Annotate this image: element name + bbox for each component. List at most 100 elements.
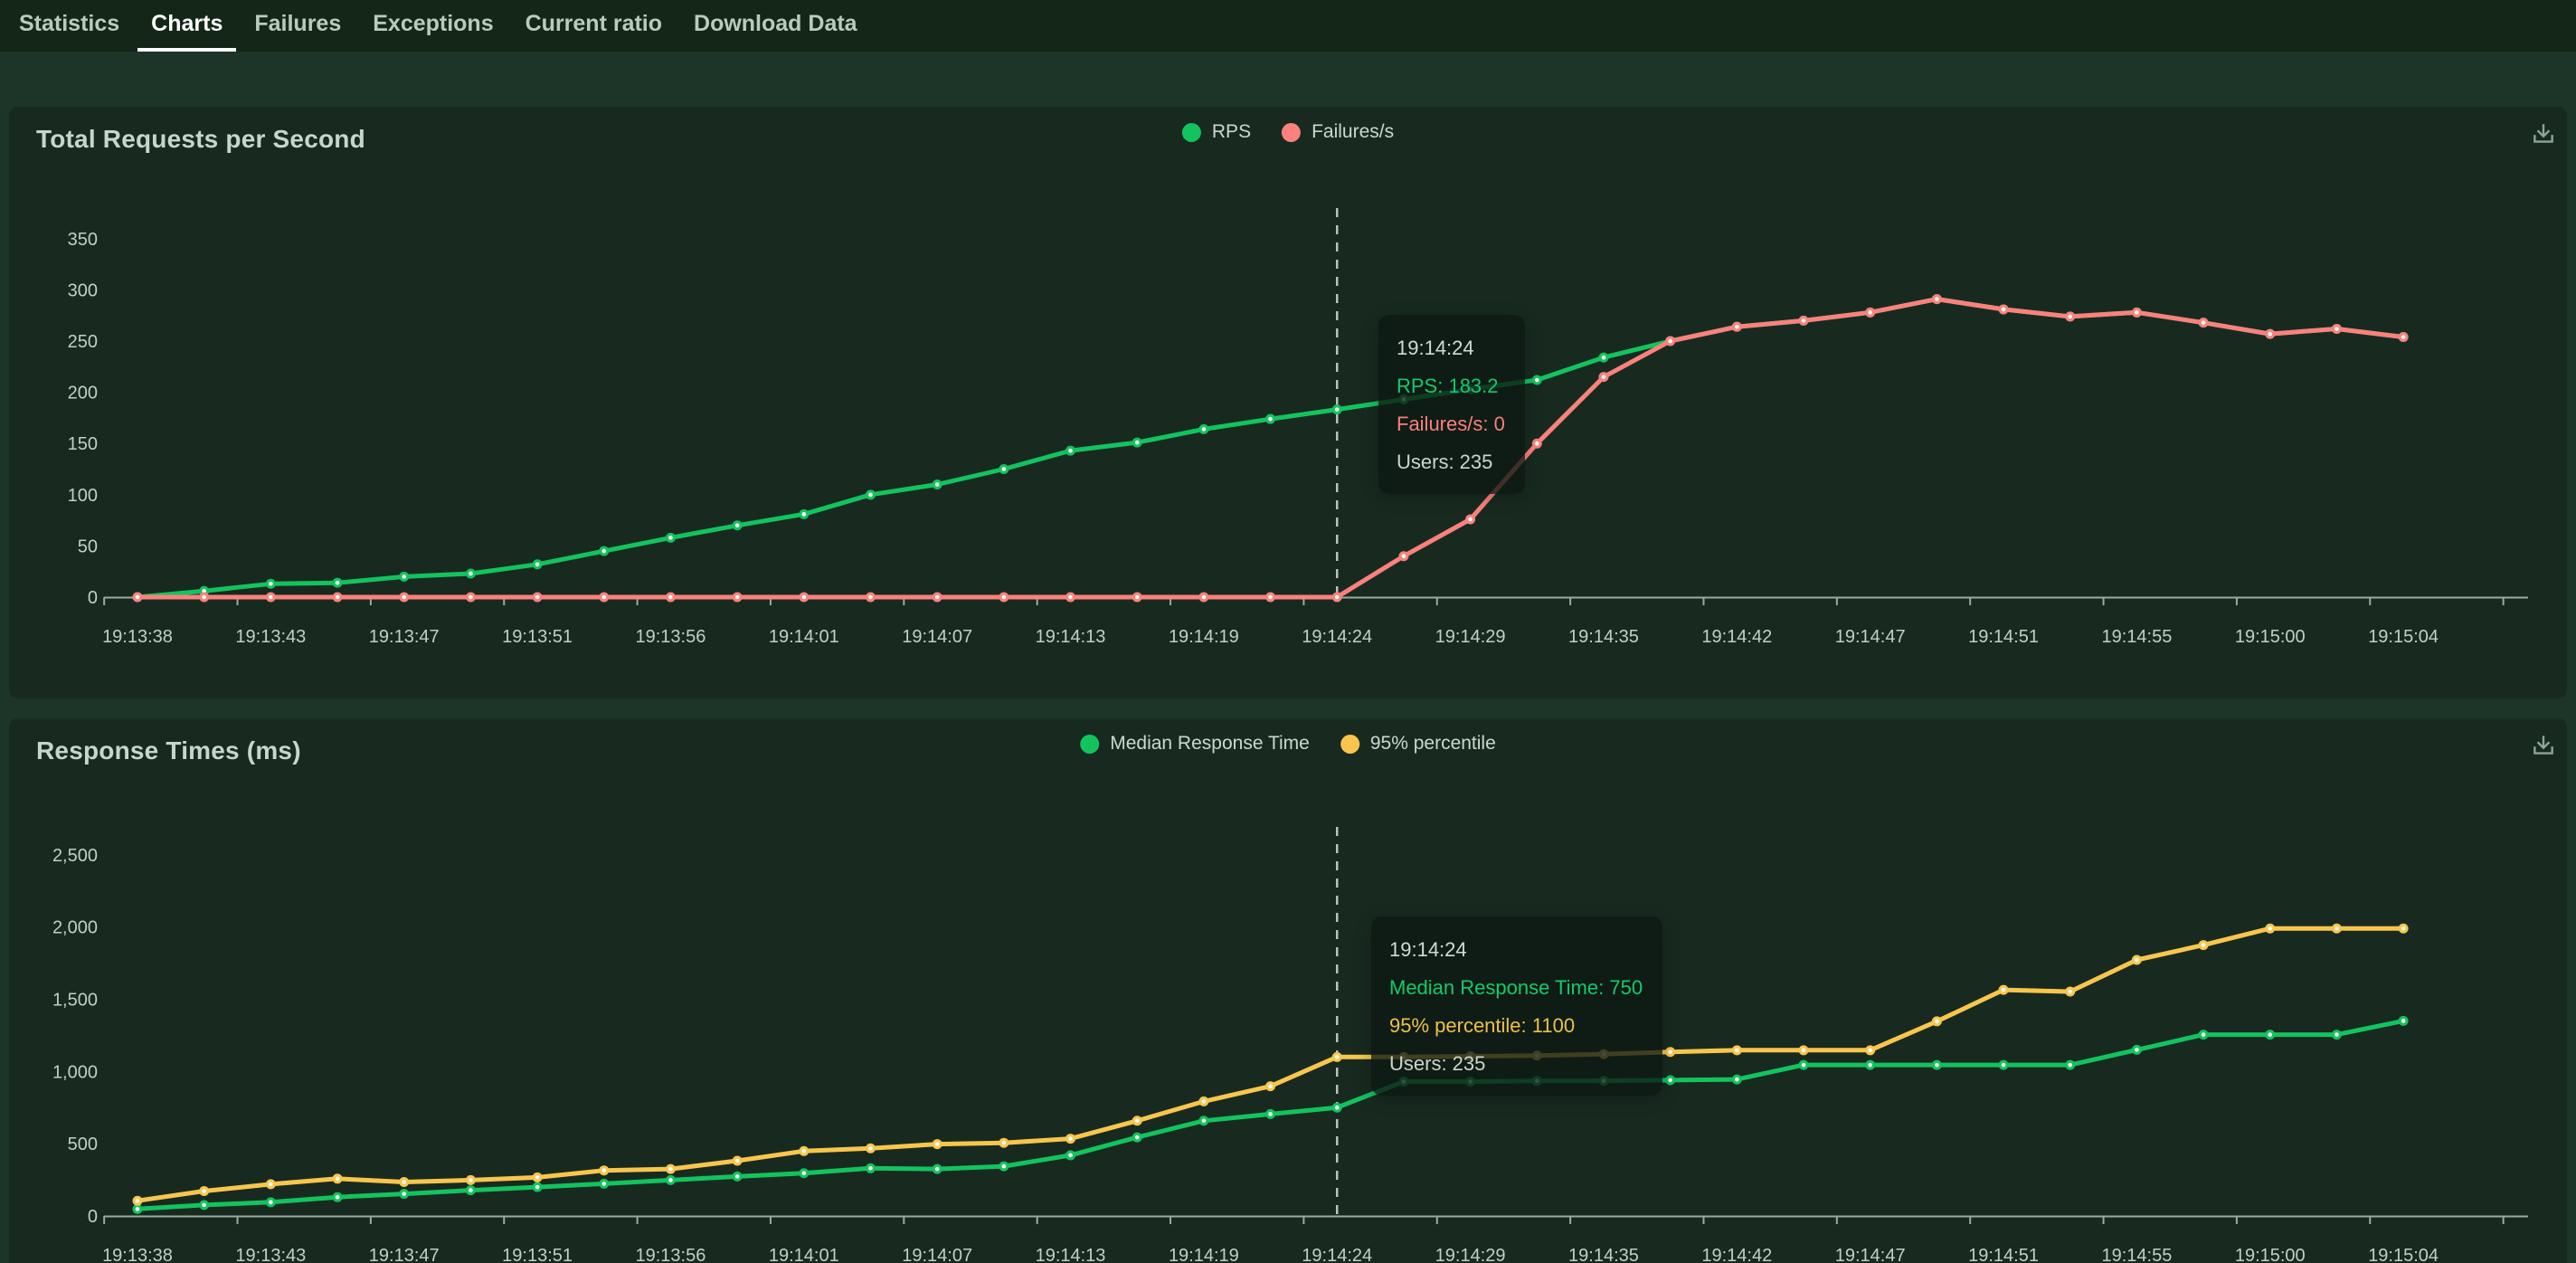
- data-point-center: [1135, 595, 1140, 600]
- data-point-center: [1068, 1136, 1073, 1141]
- tooltip-value-row: 95% percentile: 1100: [1389, 1007, 1643, 1045]
- data-point-center: [1602, 375, 1606, 379]
- data-point-center: [868, 1166, 873, 1171]
- y-axis-label: 250: [68, 332, 98, 352]
- data-point-center: [269, 1201, 273, 1205]
- x-axis-label: 19:14:51: [1968, 627, 2039, 647]
- x-axis-label: 19:14:07: [902, 627, 972, 647]
- data-point-center: [336, 581, 340, 585]
- x-axis-label: 19:14:01: [769, 1246, 839, 1263]
- data-point-center: [868, 595, 873, 600]
- data-point-center: [469, 1188, 473, 1192]
- data-point-center: [535, 595, 540, 600]
- x-axis-label: 19:14:29: [1435, 1246, 1506, 1263]
- chart-tooltip-response-times: 19:14:24Median Response Time: 75095% per…: [1371, 916, 1662, 1096]
- tooltip-value-row: Users: 235: [1389, 1045, 1643, 1083]
- rps-chart-plot[interactable]: 19:13:3819:13:4319:13:4719:13:5119:13:56…: [9, 107, 2567, 698]
- data-point-center: [1268, 417, 1273, 422]
- nav-item-current-ratio[interactable]: Current ratio: [512, 0, 676, 52]
- data-point-center: [202, 1203, 206, 1208]
- data-point-center: [1668, 1078, 1672, 1083]
- data-point-center: [469, 1178, 473, 1182]
- nav-item-download-data[interactable]: Download Data: [680, 0, 871, 52]
- data-point-center: [868, 1146, 873, 1151]
- x-axis-label: 19:13:56: [636, 1246, 706, 1263]
- x-axis-label: 19:14:13: [1036, 627, 1106, 647]
- x-axis-label: 19:13:51: [502, 627, 573, 647]
- series-line-rps: [137, 299, 2403, 597]
- data-point-center: [2334, 1032, 2339, 1037]
- x-axis-label: 19:14:24: [1302, 627, 1372, 647]
- data-point-center: [269, 595, 273, 600]
- x-axis-label: 19:13:43: [235, 627, 306, 647]
- nav-item-charts[interactable]: Charts: [137, 0, 236, 52]
- series-line-failures-s: [137, 299, 2403, 597]
- data-point-center: [802, 1171, 807, 1175]
- x-axis-label: 19:15:04: [2368, 1246, 2439, 1263]
- data-point-center: [1868, 1049, 1872, 1053]
- y-axis-label: 500: [68, 1135, 98, 1154]
- data-point-center: [2334, 327, 2339, 331]
- x-axis-label: 19:14:35: [1568, 627, 1639, 647]
- data-point-center: [1802, 318, 1806, 323]
- tooltip-value-row: Users: 235: [1397, 443, 1505, 481]
- data-point-center: [1268, 595, 1273, 600]
- data-point-center: [469, 572, 473, 576]
- data-point-center: [336, 1177, 340, 1182]
- nav-item-exceptions[interactable]: Exceptions: [359, 0, 507, 52]
- x-axis-label: 19:14:29: [1435, 627, 1506, 647]
- data-point-center: [2135, 958, 2139, 963]
- data-point-center: [601, 1182, 606, 1186]
- top-navbar: StatisticsChartsFailuresExceptionsCurren…: [0, 0, 2576, 52]
- data-point-center: [535, 562, 540, 566]
- data-point-center: [1535, 378, 1539, 383]
- nav-item-failures[interactable]: Failures: [241, 0, 355, 52]
- x-axis-label: 19:14:55: [2101, 627, 2172, 647]
- x-axis-label: 19:15:00: [2235, 627, 2306, 647]
- data-point-center: [1868, 310, 1872, 315]
- y-axis-label: 200: [68, 384, 98, 404]
- y-axis-label: 1,500: [52, 990, 98, 1010]
- data-point-center: [535, 1175, 540, 1180]
- y-axis-label: 100: [68, 486, 98, 506]
- data-point-center: [1335, 407, 1340, 412]
- data-point-center: [1935, 1063, 1939, 1068]
- y-axis-label: 0: [88, 1207, 98, 1227]
- data-point-center: [1135, 441, 1140, 445]
- data-point-center: [2268, 926, 2272, 931]
- panel-response-times: Response Times (ms) Median Response Time…: [9, 718, 2567, 1263]
- data-point-center: [2135, 310, 2139, 315]
- x-axis-label: 19:13:47: [369, 1246, 440, 1263]
- data-point-center: [1068, 595, 1073, 600]
- response-times-chart-plot[interactable]: 19:13:3819:13:4319:13:4719:13:5119:13:56…: [9, 718, 2567, 1263]
- x-axis-label: 19:14:55: [2101, 1246, 2172, 1263]
- data-point-center: [202, 1189, 206, 1193]
- x-axis-label: 19:14:19: [1169, 627, 1239, 647]
- nav-item-statistics[interactable]: Statistics: [5, 0, 133, 52]
- x-axis-label: 19:13:38: [102, 627, 173, 647]
- x-axis-label: 19:14:47: [1835, 1246, 1906, 1263]
- data-point-center: [668, 1167, 673, 1172]
- data-point-center: [402, 595, 406, 600]
- tooltip-value-row: RPS: 183.2: [1397, 367, 1505, 405]
- data-point-center: [1802, 1063, 1806, 1068]
- data-point-center: [202, 595, 206, 600]
- tooltip-time: 19:14:24: [1397, 329, 1505, 367]
- x-axis-label: 19:14:01: [769, 627, 839, 647]
- data-point-center: [1468, 518, 1473, 522]
- tooltip-value-row: Median Response Time: 750: [1389, 969, 1643, 1007]
- x-axis-label: 19:14:42: [1701, 627, 1772, 647]
- data-point-center: [802, 512, 807, 517]
- data-point-center: [1002, 1141, 1007, 1145]
- x-axis-label: 19:13:51: [502, 1246, 573, 1263]
- data-point-center: [1002, 467, 1007, 471]
- data-point-center: [1202, 595, 1207, 600]
- data-point-center: [2068, 1063, 2072, 1068]
- data-point-center: [1402, 554, 1406, 558]
- x-axis-label: 19:14:19: [1169, 1246, 1239, 1263]
- data-point-center: [802, 595, 807, 600]
- x-axis-label: 19:15:04: [2368, 627, 2439, 647]
- data-point-center: [535, 1185, 540, 1190]
- x-axis-label: 19:13:38: [102, 1246, 173, 1263]
- data-point-center: [601, 595, 606, 600]
